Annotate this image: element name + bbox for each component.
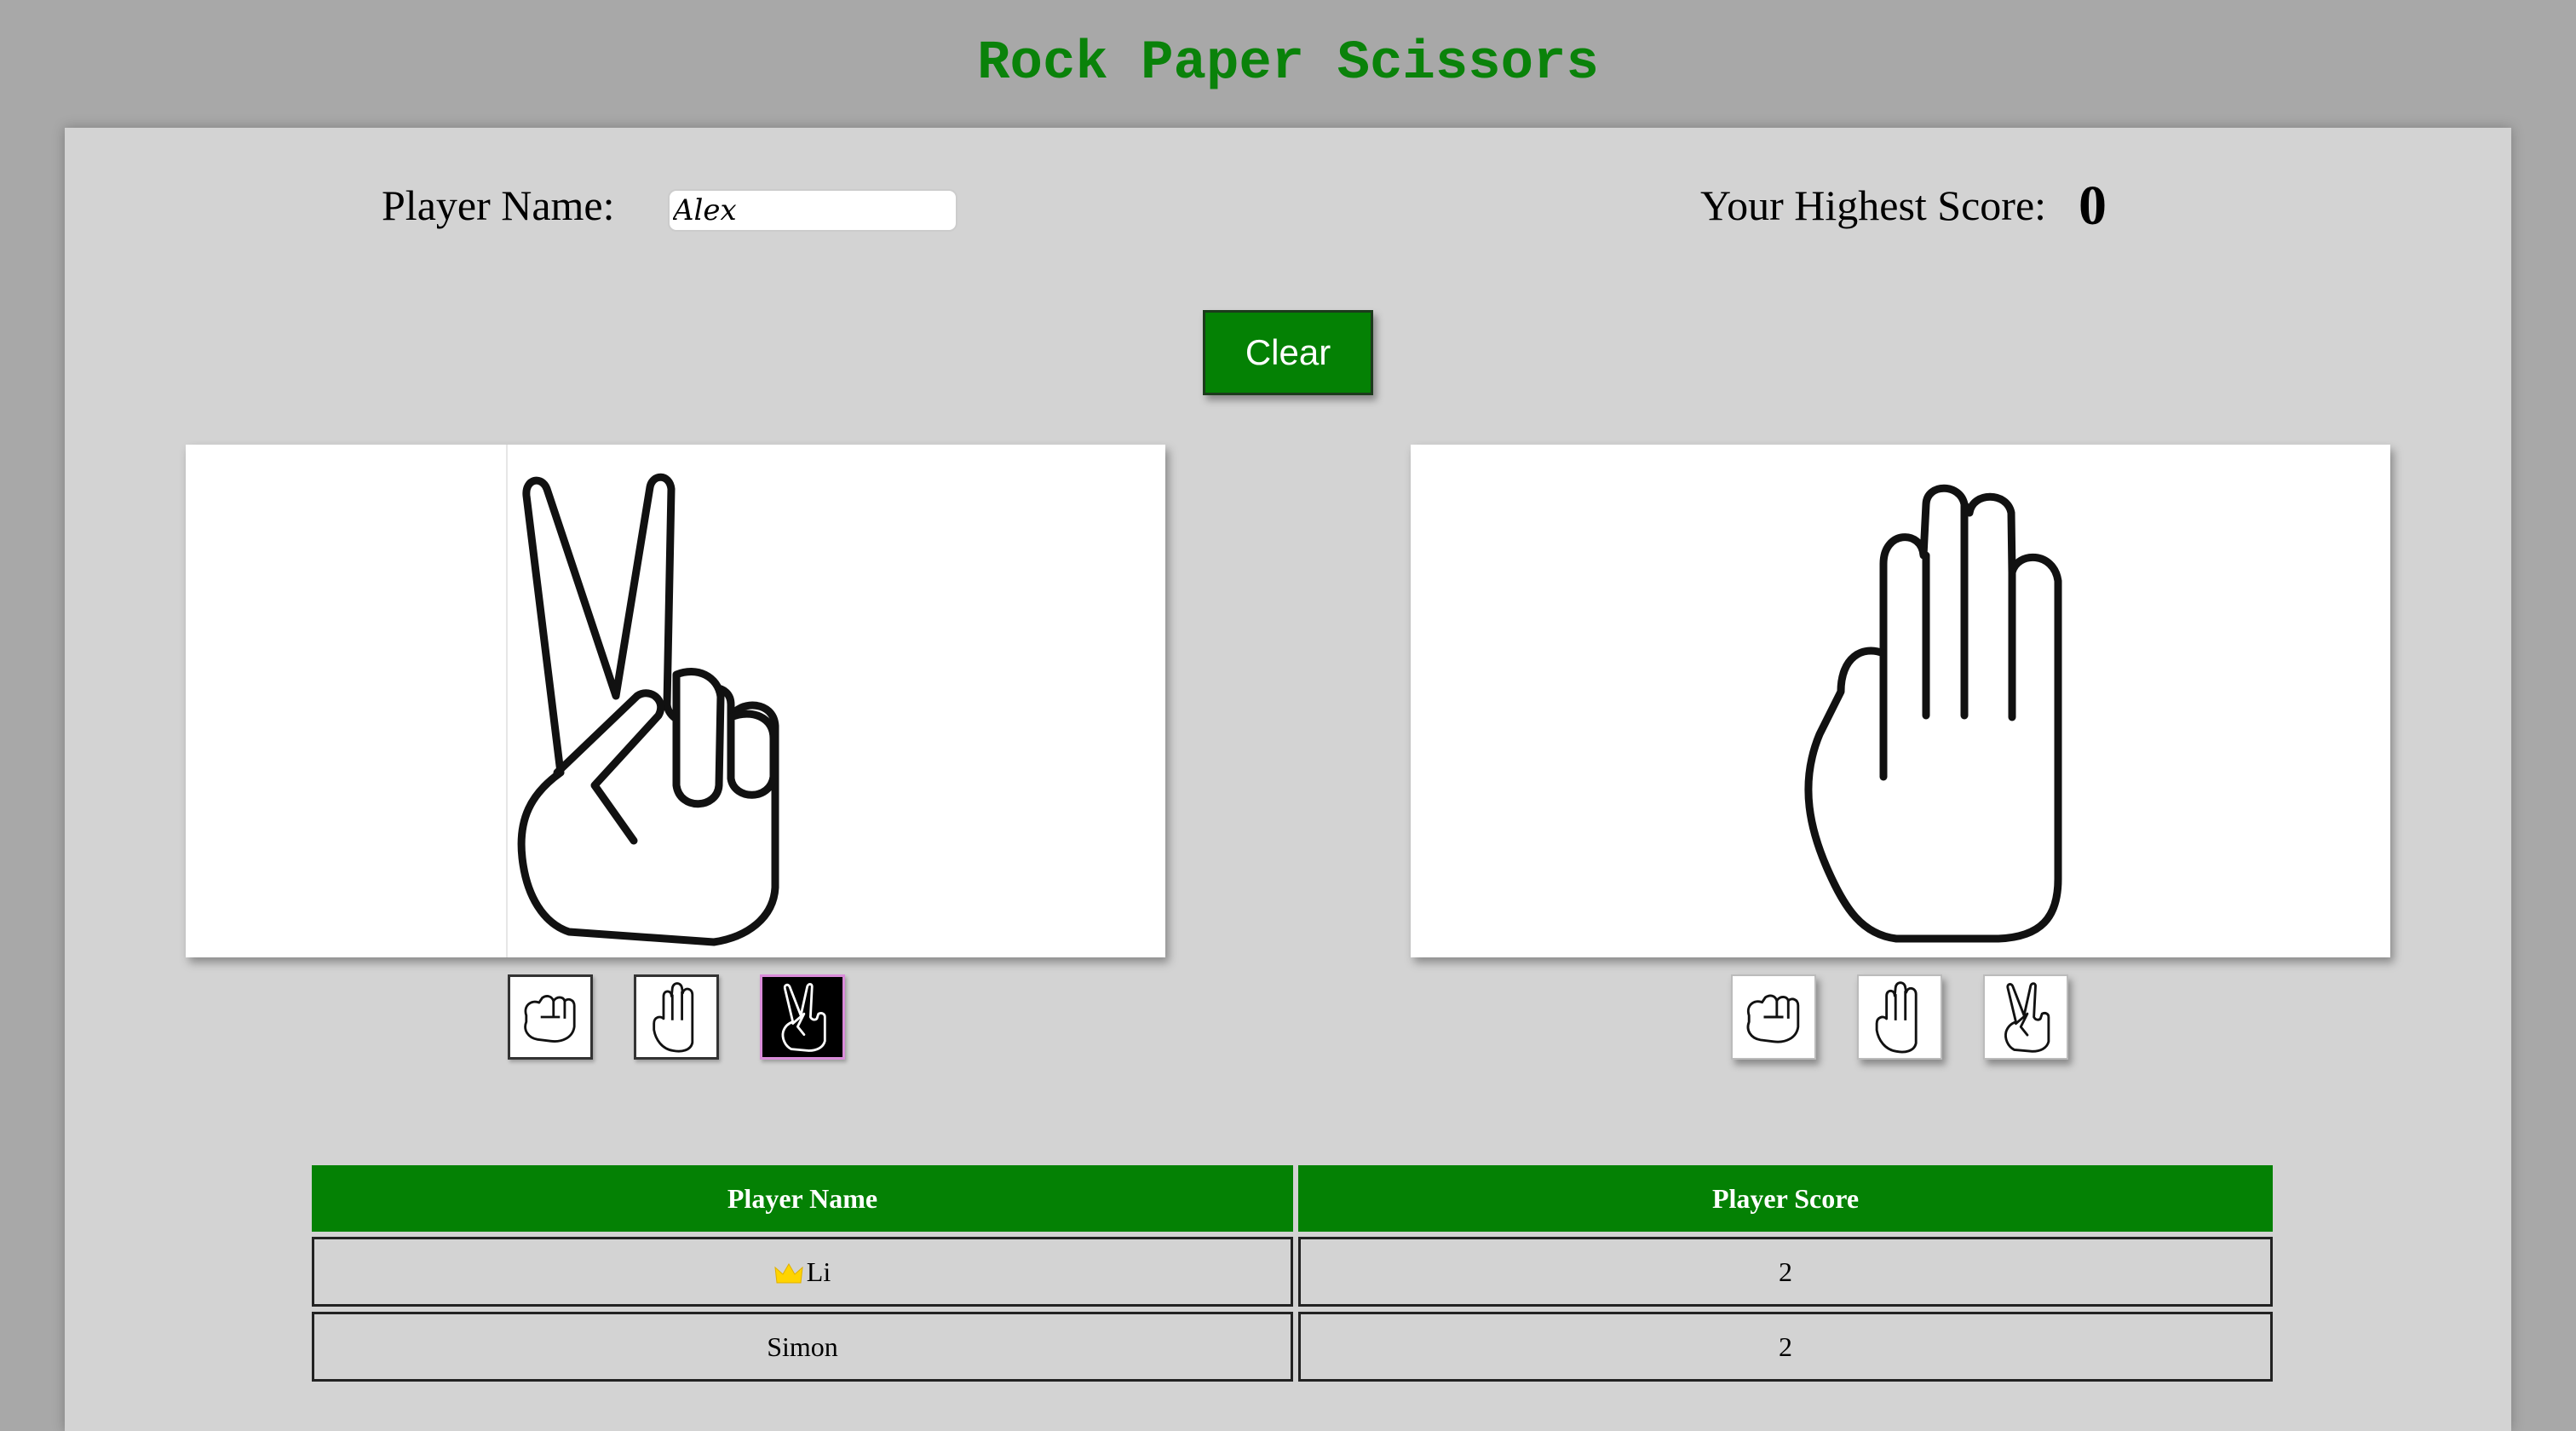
scissors-hand-icon — [781, 983, 826, 1052]
highest-score-value: 0 — [2079, 175, 2107, 237]
player-name: Li — [806, 1256, 831, 1287]
computer-hand-canvas — [1411, 445, 2390, 957]
scissors-hand-icon — [517, 473, 779, 946]
player-hand-canvas — [186, 445, 1165, 957]
player-name-cell: Simon — [312, 1312, 1293, 1382]
leaderboard-header-row: Player Name Player Score — [312, 1165, 2273, 1232]
player-choice-paper[interactable] — [634, 974, 719, 1060]
player-choice-scissors[interactable] — [760, 974, 845, 1060]
highest-score-label: Your Highest Score: — [1700, 181, 2047, 229]
header-player-name: Player Name — [312, 1165, 1293, 1232]
clear-button[interactable]: Clear — [1203, 310, 1373, 395]
computer-choice-rock — [1731, 974, 1816, 1060]
player-score-cell: 2 — [1298, 1237, 2273, 1307]
header-player-score: Player Score — [1298, 1165, 2273, 1232]
paper-hand-icon — [1804, 484, 2062, 943]
player-score-cell: 2 — [1298, 1312, 2273, 1382]
rock-hand-icon — [1746, 994, 1800, 1043]
paper-hand-icon — [1875, 981, 1918, 1054]
computer-choice-paper — [1857, 974, 1942, 1060]
player-name-cell: Li — [312, 1237, 1293, 1307]
leaderboard-table: Player Name Player Score Li 2 Simon 2 — [307, 1160, 2278, 1387]
paper-hand-icon — [653, 982, 694, 1053]
player-name-input[interactable] — [668, 189, 957, 232]
crown-icon — [774, 1263, 803, 1284]
page-title: Rock Paper Scissors — [977, 33, 1599, 95]
table-row: Li 2 — [312, 1237, 2273, 1307]
rock-hand-icon — [524, 995, 576, 1043]
player-choice-rock[interactable] — [508, 974, 593, 1060]
scissors-hand-icon — [2004, 982, 2050, 1053]
computer-choice-scissors — [1983, 974, 2068, 1060]
player-name-label: Player Name: — [382, 181, 615, 229]
table-row: Simon 2 — [312, 1312, 2273, 1382]
